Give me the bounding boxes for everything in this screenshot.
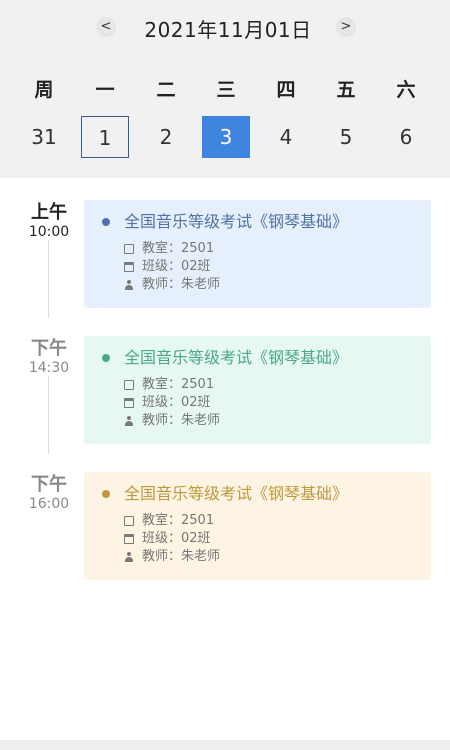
event-card[interactable]: 全国音乐等级考试《钢琴基础》 教室：2501 班级：02班 教师：朱老师 — [84, 200, 431, 308]
teacher-icon — [124, 280, 134, 290]
calendar-header: < 2021年11月01日 > 周 一 二 三 四 五 六 31 1 2 3 4… — [0, 0, 450, 178]
date-title[interactable]: 2021年11月01日 — [128, 14, 328, 43]
month-navigator: < 2021年11月01日 > — [0, 12, 450, 42]
class-row: 班级：02班 — [124, 530, 431, 548]
weekday-label: 周 — [34, 79, 54, 101]
date-cell[interactable]: 6 — [382, 116, 430, 158]
event-title-text: 全国音乐等级考试《钢琴基础》 — [124, 348, 349, 367]
chevron-right-icon[interactable]: > — [336, 17, 356, 37]
classroom-text: 教室：2501 — [142, 377, 215, 392]
classroom-row: 教室：2501 — [124, 512, 431, 530]
event-title-text: 全国音乐等级考试《钢琴基础》 — [124, 212, 349, 231]
date-cell[interactable]: 2 — [142, 116, 190, 158]
weekday-label: 六 — [396, 79, 416, 101]
classroom-text: 教室：2501 — [142, 513, 215, 528]
event-info: 教室：2501 班级：02班 教师：朱老师 — [102, 240, 431, 294]
class-row: 班级：02班 — [124, 394, 431, 412]
class-row: 班级：02班 — [124, 258, 431, 276]
event-time: 下午 16:00 — [14, 475, 84, 513]
event-title-text: 全国音乐等级考试《钢琴基础》 — [124, 484, 349, 503]
class-text: 班级：02班 — [142, 395, 211, 410]
weekday-label: 三 — [216, 79, 236, 101]
event-clock: 14:30 — [28, 360, 70, 376]
event-ampm: 下午 — [31, 338, 67, 359]
event-time: 下午 14:30 — [14, 339, 84, 377]
weekday-label: 四 — [276, 79, 296, 101]
event-ampm: 下午 — [31, 474, 67, 495]
event-info: 教室：2501 班级：02班 教师：朱老师 — [102, 376, 431, 430]
teacher-row: 教师：朱老师 — [124, 548, 431, 566]
teacher-row: 教师：朱老师 — [124, 412, 431, 430]
classroom-icon — [124, 380, 134, 390]
event-title: 全国音乐等级考试《钢琴基础》 — [102, 348, 431, 368]
classroom-row: 教室：2501 — [124, 376, 431, 394]
timeline-connector — [48, 240, 49, 318]
date-cell[interactable]: 4 — [262, 116, 310, 158]
event-card[interactable]: 全国音乐等级考试《钢琴基础》 教室：2501 班级：02班 教师：朱老师 — [84, 336, 431, 444]
class-text: 班级：02班 — [142, 531, 211, 546]
date-cell[interactable]: 5 — [322, 116, 370, 158]
event-card[interactable]: 全国音乐等级考试《钢琴基础》 教室：2501 班级：02班 教师：朱老师 — [84, 472, 431, 580]
weekday-label: 一 — [95, 79, 115, 101]
weekday-row: 周 一 二 三 四 五 六 — [14, 75, 436, 101]
teacher-icon — [124, 552, 134, 562]
class-text: 班级：02班 — [142, 259, 211, 274]
event-ampm: 上午 — [31, 202, 67, 223]
event-clock: 16:00 — [28, 496, 70, 512]
class-icon — [124, 534, 134, 544]
event-info: 教室：2501 班级：02班 教师：朱老师 — [102, 512, 431, 566]
teacher-text: 教师：朱老师 — [142, 277, 221, 292]
date-cell[interactable]: 31 — [20, 116, 68, 158]
timeline-connector — [48, 376, 49, 454]
class-icon — [124, 262, 134, 272]
status-dot-icon — [102, 218, 110, 226]
classroom-row: 教室：2501 — [124, 240, 431, 258]
teacher-icon — [124, 416, 134, 426]
status-dot-icon — [102, 490, 110, 498]
classroom-text: 教室：2501 — [142, 241, 215, 256]
date-row: 31 1 2 3 4 5 6 — [14, 116, 436, 158]
status-dot-icon — [102, 354, 110, 362]
date-cell-selected[interactable]: 3 — [202, 116, 250, 158]
teacher-row: 教师：朱老师 — [124, 276, 431, 294]
event-title: 全国音乐等级考试《钢琴基础》 — [102, 484, 431, 504]
teacher-text: 教师：朱老师 — [142, 549, 221, 564]
chevron-left-icon[interactable]: < — [96, 17, 116, 37]
weekday-label: 五 — [336, 79, 356, 101]
event-time: 上午 10:00 — [14, 203, 84, 241]
teacher-text: 教师：朱老师 — [142, 413, 221, 428]
event-title: 全国音乐等级考试《钢琴基础》 — [102, 212, 431, 232]
schedule-timeline: 上午 10:00 全国音乐等级考试《钢琴基础》 教室：2501 班级：02班 教… — [0, 178, 450, 738]
weekday-label: 二 — [156, 79, 176, 101]
date-cell-today[interactable]: 1 — [81, 116, 129, 158]
event-clock: 10:00 — [28, 224, 70, 240]
classroom-icon — [124, 244, 134, 254]
class-icon — [124, 398, 134, 408]
classroom-icon — [124, 516, 134, 526]
bottom-bar — [0, 740, 450, 750]
